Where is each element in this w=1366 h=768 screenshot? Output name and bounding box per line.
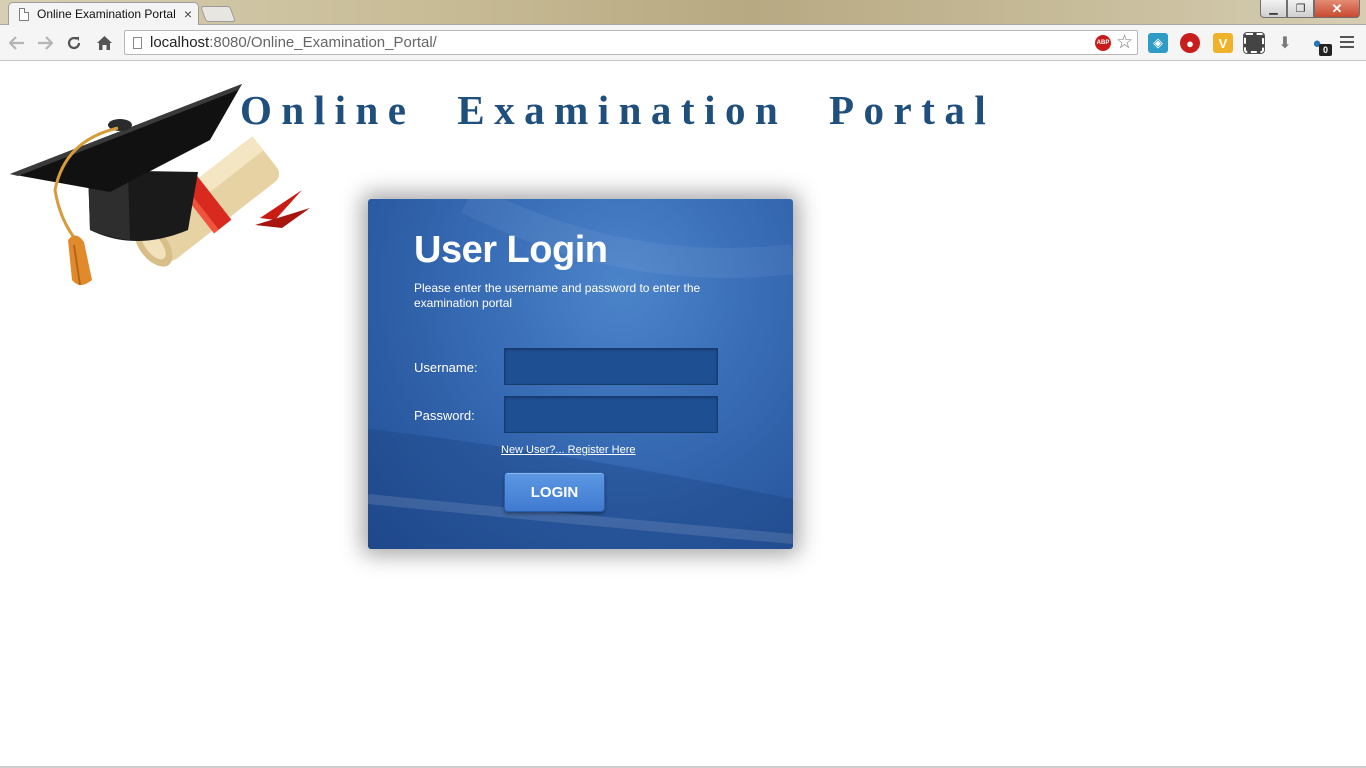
close-window-button[interactable]: ✕ <box>1314 0 1360 18</box>
tab-title: Online Examination Portal <box>37 7 175 21</box>
extension-cube-icon[interactable]: ◈ <box>1148 33 1168 53</box>
new-tab-button[interactable] <box>200 6 236 22</box>
browser-toolbar: localhost:8080/Online_Examination_Portal… <box>0 25 1366 61</box>
login-panel: User Login Please enter the username and… <box>368 199 793 549</box>
bookmark-star-icon[interactable]: ☆ <box>1116 31 1133 54</box>
extension-screenshot-icon[interactable] <box>1243 32 1265 54</box>
page-icon <box>19 7 29 21</box>
password-input[interactable] <box>504 396 718 433</box>
browser-tab[interactable]: Online Examination Portal × <box>8 2 199 25</box>
page-icon <box>133 36 142 49</box>
login-heading: User Login <box>414 229 608 271</box>
password-label: Password: <box>414 408 475 423</box>
url-text: localhost:8080/Online_Examination_Portal… <box>150 34 437 51</box>
register-link[interactable]: New User?... Register Here <box>501 444 636 456</box>
adblock-icon[interactable]: ABP <box>1095 35 1111 51</box>
minimize-button[interactable]: ▁ <box>1260 0 1287 18</box>
extension-v-icon[interactable]: V <box>1213 33 1233 53</box>
extension-download-icon[interactable]: ⬇ <box>1275 33 1295 53</box>
extension-stop-icon[interactable]: ● <box>1180 33 1200 53</box>
window-controls: ▁ ❐ ✕ <box>1260 0 1360 18</box>
reload-icon[interactable] <box>63 32 85 54</box>
extension-badge: 0 <box>1319 44 1332 56</box>
tab-close-icon[interactable]: × <box>184 7 192 21</box>
login-button[interactable]: LOGIN <box>504 472 605 512</box>
forward-arrow-icon[interactable] <box>34 32 56 54</box>
address-bar[interactable]: localhost:8080/Online_Examination_Portal… <box>124 30 1138 55</box>
browser-titlebar: Online Examination Portal × ▁ ❐ ✕ <box>0 0 1366 25</box>
back-arrow-icon[interactable] <box>6 32 28 54</box>
home-icon[interactable] <box>93 32 115 54</box>
site-title: Online Examination Portal <box>240 87 996 133</box>
page-content: Online Examination Portal User Login Ple… <box>0 62 1366 768</box>
hamburger-menu-icon[interactable] <box>1340 34 1354 50</box>
login-description: Please enter the username and password t… <box>414 281 701 310</box>
username-input[interactable] <box>504 348 718 385</box>
restore-button[interactable]: ❐ <box>1287 0 1314 18</box>
username-label: Username: <box>414 360 478 375</box>
